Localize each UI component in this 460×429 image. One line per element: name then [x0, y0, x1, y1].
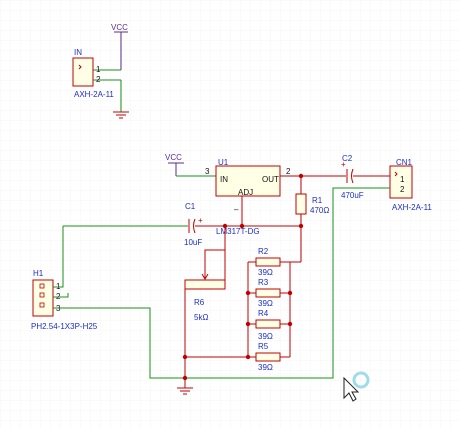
r6-body: [184, 279, 226, 290]
cn1-value: AXH-2A-11: [392, 203, 432, 212]
h1-ref: H1: [33, 269, 44, 278]
cn1-pin2-num: 2: [400, 185, 405, 194]
c1-plus: +: [198, 216, 203, 225]
r5-body: [255, 352, 281, 362]
c1-ref: C1: [185, 202, 196, 211]
r3-ref: R3: [258, 278, 269, 287]
r3-body: [255, 288, 281, 298]
junction-gnd: [182, 375, 188, 381]
c2-value: 470uF: [341, 191, 364, 200]
in-value: AXH-2A-11: [74, 90, 114, 99]
cn1-pin1-num: 1: [400, 175, 405, 184]
u1-minus-label: –: [234, 205, 239, 214]
r2-ref: R2: [258, 247, 269, 256]
h1-body: [32, 279, 54, 317]
r2-body: [255, 257, 281, 267]
r5-ref: R5: [258, 342, 269, 351]
r6-ref: R6: [194, 298, 205, 307]
u1-out-label: OUT: [262, 175, 279, 184]
vcc-u1-label: VCC: [165, 153, 182, 162]
in-pin2-num: 2: [96, 75, 101, 84]
r5-value: 39Ω: [258, 363, 273, 372]
u1-in-label: IN: [220, 175, 228, 184]
in-ref: IN: [74, 48, 82, 57]
r4-value: 39Ω: [258, 332, 273, 341]
cn1-ref: CN1: [396, 158, 413, 167]
u1-pin-out: 2: [286, 167, 291, 176]
u1-adj-label: ADJ: [238, 188, 253, 197]
r3-value: 39Ω: [258, 299, 273, 308]
r1-value: 470Ω: [310, 206, 329, 215]
r1-ref: R1: [312, 196, 323, 205]
schematic-canvas[interactable]: VCC IN 1 2 AXH-2A-11 VCC U1 IN OUT ADJ –…: [0, 0, 460, 429]
r2-value: 39Ω: [258, 268, 273, 277]
r4-ref: R4: [258, 309, 269, 318]
vcc-top-label: VCC: [111, 23, 128, 32]
c1-value: 10uF: [184, 238, 202, 247]
u1-ref: U1: [218, 158, 229, 167]
u1-pin-in: 3: [205, 167, 210, 176]
u1-value: LM317T-DG: [216, 227, 260, 236]
h1-value: PH2.54-1X3P-H25: [31, 322, 98, 331]
r6-value: 5kΩ: [194, 313, 208, 322]
in-pin1-num: 1: [96, 65, 101, 74]
junction-adj: [239, 223, 245, 229]
in-connector-body: [72, 57, 94, 87]
r4-body: [255, 319, 281, 329]
c2-ref: C2: [342, 154, 353, 163]
grid-background: [0, 0, 460, 429]
r1-body: [295, 193, 307, 215]
